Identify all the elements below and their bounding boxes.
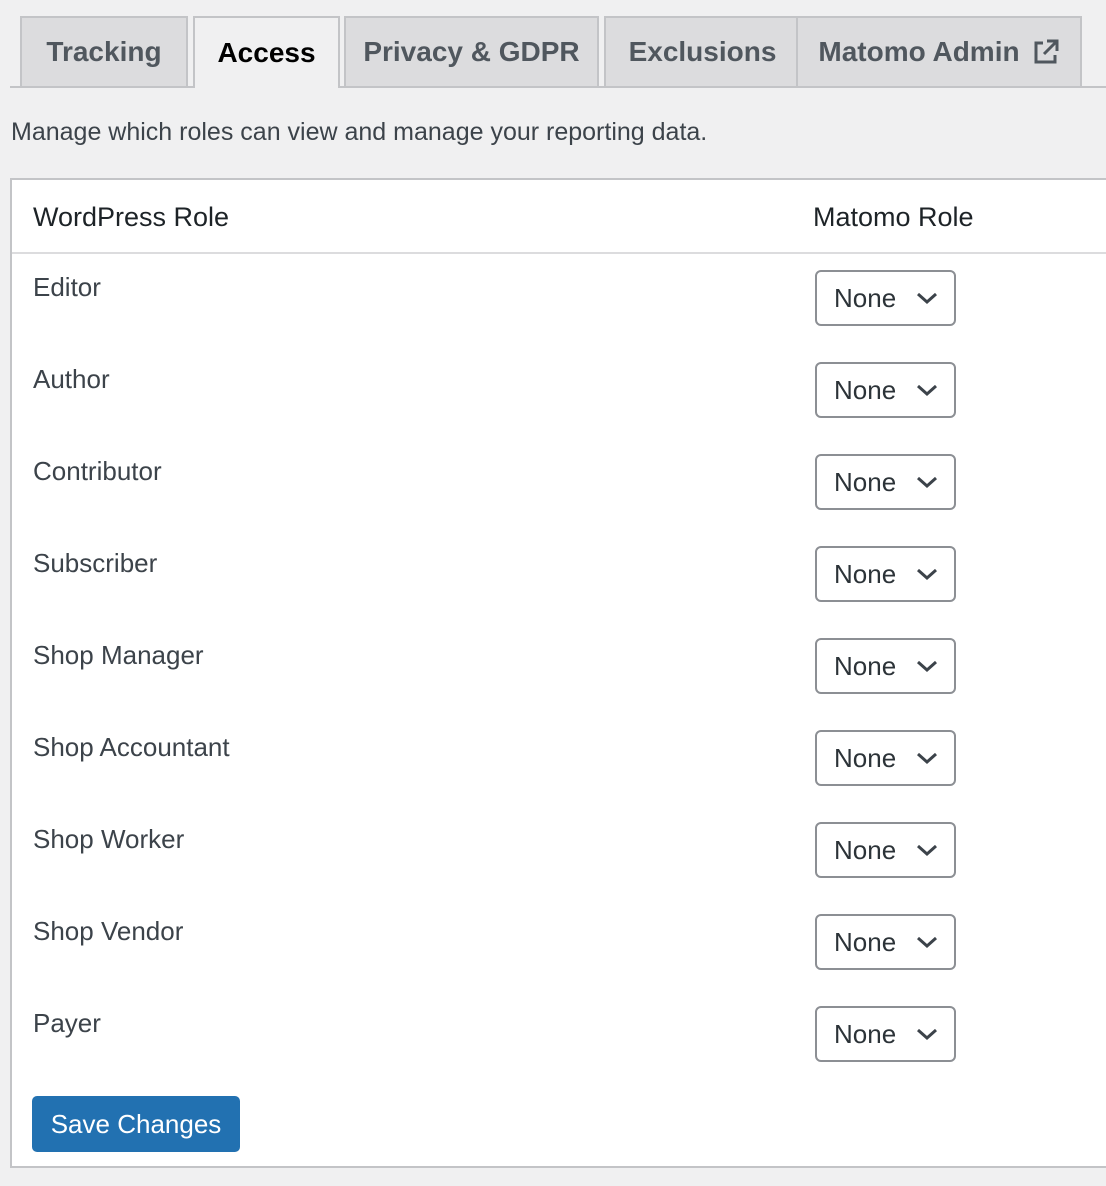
tab-label: Privacy & GDPR: [363, 36, 580, 67]
chevron-down-icon: [917, 660, 937, 673]
matomo-role-select-payer[interactable]: None: [815, 1006, 956, 1062]
matomo-role-select-author[interactable]: None: [815, 362, 956, 418]
tab-label: Tracking: [46, 36, 162, 67]
roles-table-panel: WordPress Role Matomo Role Editor None A…: [10, 178, 1106, 1168]
chevron-down-icon: [917, 384, 937, 397]
chevron-down-icon: [917, 752, 937, 765]
select-value: None: [834, 650, 897, 681]
table-row: Editor None: [12, 252, 1106, 344]
tab-tracking[interactable]: Tracking: [20, 16, 188, 86]
chevron-down-icon: [917, 1028, 937, 1041]
table-row: Shop Vendor None: [12, 896, 1106, 988]
table-row: Payer None: [12, 988, 1106, 1080]
intro-text: Manage which roles can view and manage y…: [11, 118, 708, 146]
role-label-shop-vendor: Shop Vendor: [33, 916, 184, 946]
role-label-subscriber: Subscriber: [33, 548, 158, 578]
matomo-role-select-editor[interactable]: None: [815, 270, 956, 326]
select-value: None: [834, 374, 897, 405]
table-row: Author None: [12, 344, 1106, 436]
chevron-down-icon: [917, 844, 937, 857]
matomo-role-select-subscriber[interactable]: None: [815, 546, 956, 602]
role-label-shop-manager: Shop Manager: [33, 640, 204, 670]
role-label-payer: Payer: [33, 1008, 101, 1038]
select-value: None: [834, 282, 897, 313]
table-header: WordPress Role Matomo Role: [12, 180, 1106, 254]
tab-label: Matomo Admin: [818, 36, 1020, 67]
chevron-down-icon: [917, 292, 937, 305]
table-row: Contributor None: [12, 436, 1106, 528]
table-row: Shop Accountant None: [12, 712, 1106, 804]
table-row: Shop Worker None: [12, 804, 1106, 896]
matomo-role-select-shop-worker[interactable]: None: [815, 822, 956, 878]
header-matomo-role: Matomo Role: [813, 202, 974, 232]
matomo-role-select-contributor[interactable]: None: [815, 454, 956, 510]
select-value: None: [834, 926, 897, 957]
role-label-editor: Editor: [33, 272, 101, 302]
role-label-author: Author: [33, 364, 110, 394]
tab-label: Exclusions: [628, 36, 777, 67]
select-value: None: [834, 834, 897, 865]
matomo-role-select-shop-accountant[interactable]: None: [815, 730, 956, 786]
role-label-shop-worker: Shop Worker: [33, 824, 185, 854]
tab-label: Access: [217, 37, 316, 68]
tab-privacy-gdpr[interactable]: Privacy & GDPR: [344, 16, 599, 86]
tab-access[interactable]: Access: [193, 16, 340, 88]
matomo-role-select-shop-manager[interactable]: None: [815, 638, 956, 694]
chevron-down-icon: [917, 476, 937, 489]
chevron-down-icon: [917, 568, 937, 581]
select-value: None: [834, 1018, 897, 1049]
tab-exclusions[interactable]: Exclusions: [604, 16, 801, 86]
table-row: Subscriber None: [12, 528, 1106, 620]
select-value: None: [834, 742, 897, 773]
external-link-icon: [1032, 38, 1060, 66]
chevron-down-icon: [917, 936, 937, 949]
select-value: None: [834, 466, 897, 497]
table-row: Shop Manager None: [12, 620, 1106, 712]
settings-tab-bar: Tracking Access Privacy & GDPR Exclusion…: [10, 16, 1106, 88]
tab-matomo-admin[interactable]: Matomo Admin: [796, 16, 1082, 86]
select-value: None: [834, 558, 897, 589]
matomo-role-select-shop-vendor[interactable]: None: [815, 914, 956, 970]
role-label-contributor: Contributor: [33, 456, 162, 486]
role-label-shop-accountant: Shop Accountant: [33, 732, 230, 762]
header-wordpress-role: WordPress Role: [33, 202, 230, 232]
save-changes-button[interactable]: Save Changes: [32, 1096, 240, 1152]
